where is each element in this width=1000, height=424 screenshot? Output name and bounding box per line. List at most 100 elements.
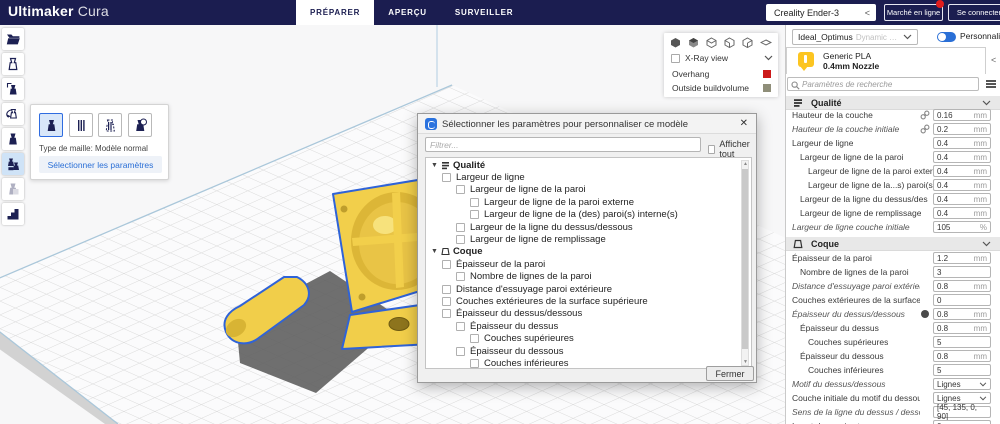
tab-preview[interactable]: APERÇU	[374, 0, 441, 25]
move-tool-button[interactable]	[2, 53, 24, 75]
view-front-icon[interactable]	[688, 37, 699, 48]
chevron-left-icon[interactable]: <	[865, 8, 870, 18]
setting-value-field[interactable]: 0.8 mm	[933, 322, 991, 334]
select-settings-button[interactable]: Sélectionner les paramètres	[39, 156, 162, 173]
tree-item[interactable]: Épaisseur du dessus	[426, 320, 751, 332]
checkbox[interactable]	[442, 284, 451, 294]
view-3d-icon[interactable]	[670, 37, 681, 48]
tree-item[interactable]: Épaisseur du dessous	[426, 345, 751, 357]
setting-value-field[interactable]: 5	[933, 336, 991, 348]
setting-value-field[interactable]: 0.4 mm	[933, 165, 991, 177]
setting-value-field[interactable]: 0.8 mm	[933, 280, 991, 292]
tree-item[interactable]: Nombre de lignes de la paroi	[426, 271, 751, 283]
tree-scrollbar[interactable]: ▲ ▼	[741, 160, 749, 366]
checkbox[interactable]	[456, 272, 465, 282]
checkbox[interactable]	[470, 210, 479, 220]
checkbox[interactable]	[456, 185, 465, 195]
setting-value-field[interactable]: 0.2 mm	[933, 123, 991, 135]
open-file-button[interactable]	[2, 28, 24, 50]
collapse-arrow-icon[interactable]: ▼	[431, 248, 438, 255]
scale-tool-button[interactable]	[2, 78, 24, 100]
xray-view-row[interactable]: X-Ray view	[671, 53, 728, 63]
collapse-arrow-icon[interactable]: ▼	[431, 162, 438, 169]
checkbox[interactable]	[442, 259, 451, 269]
extruder-tab[interactable]: Generic PLA 0.4mm Nozzle	[786, 47, 986, 74]
support-blocker-button[interactable]	[2, 178, 24, 200]
setting-value-field[interactable]: 105%	[933, 221, 991, 233]
checkbox[interactable]	[470, 358, 479, 368]
mesh-cutting-button[interactable]	[98, 113, 122, 137]
mesh-support-button[interactable]	[128, 113, 152, 137]
view-left-icon[interactable]	[724, 37, 735, 48]
category-shell[interactable]: Coque	[786, 237, 1000, 251]
tab-monitor[interactable]: SURVEILLER	[441, 0, 528, 25]
settings-menu-icon[interactable]	[986, 80, 996, 88]
category-quality[interactable]: Qualité	[786, 96, 1000, 110]
tree-item[interactable]: Largeur de la ligne du dessus/dessous	[426, 221, 751, 233]
setting-value-field[interactable]: 0mm	[933, 420, 991, 424]
tree-item[interactable]: Largeur de ligne de la (des) paroi(s) in…	[426, 209, 751, 221]
link-icon[interactable]	[920, 124, 930, 134]
scrollbar-thumb[interactable]	[742, 169, 748, 349]
setting-value-field[interactable]: 1.2 mm	[933, 252, 991, 264]
show-all-row[interactable]: Afficher tout	[708, 139, 756, 159]
signin-button[interactable]: Se connecter	[948, 4, 1000, 21]
marketplace-button[interactable]: Marché en ligne	[884, 4, 943, 21]
settings-search-input[interactable]	[802, 78, 976, 90]
tree-item[interactable]: Largeur de ligne de remplissage	[426, 233, 751, 245]
checkbox[interactable]	[442, 309, 451, 319]
custom-toggle[interactable]	[937, 32, 956, 42]
tree-item[interactable]: Couches extérieures de la surface supéri…	[426, 295, 751, 307]
tree-item[interactable]: Couches supérieures	[426, 333, 751, 345]
setting-value-field[interactable]: [45, 135, 0, 90]	[933, 403, 991, 421]
setting-select[interactable]: Lignes	[933, 378, 991, 390]
info-icon[interactable]	[921, 310, 929, 318]
checkbox[interactable]	[442, 172, 451, 182]
show-all-checkbox[interactable]	[708, 144, 716, 154]
view-right-icon[interactable]	[742, 37, 753, 48]
close-button[interactable]: Fermer	[706, 366, 754, 381]
setting-value-field[interactable]: 0	[933, 294, 991, 306]
setting-value-field[interactable]: 0.8 mm	[933, 308, 991, 320]
checkbox[interactable]	[442, 296, 451, 306]
checkbox[interactable]	[456, 222, 465, 232]
close-icon[interactable]: ✕	[740, 118, 748, 129]
link-icon[interactable]	[920, 110, 930, 120]
printer-selector[interactable]: Creality Ender-3 <	[766, 4, 876, 21]
dialog-titlebar[interactable]: Sélectionner les paramètres pour personn…	[418, 114, 756, 134]
tree-item[interactable]: Largeur de ligne de la paroi	[426, 184, 751, 196]
checkbox[interactable]	[470, 334, 479, 344]
chevron-down-icon[interactable]	[764, 55, 773, 61]
setting-value-field[interactable]: 0.4 mm	[933, 151, 991, 163]
mesh-normal-button[interactable]	[39, 113, 63, 137]
setting-value-field[interactable]: 5	[933, 364, 991, 376]
mirror-tool-button[interactable]	[2, 128, 24, 150]
tree-category-shell[interactable]: ▼ Coque	[426, 246, 751, 258]
tree-item[interactable]: Distance d'essuyage paroi extérieure	[426, 283, 751, 295]
checkbox[interactable]	[470, 197, 479, 207]
setting-value-field[interactable]: 3	[933, 266, 991, 278]
profile-dropdown[interactable]: Ideal_Optimus Dynamic Quality - 0	[792, 29, 918, 45]
checkbox[interactable]	[456, 346, 465, 356]
setting-value-field[interactable]: 0.16 mm	[933, 109, 991, 121]
tree-item[interactable]: Épaisseur du dessus/dessous	[426, 308, 751, 320]
tab-prepare[interactable]: PRÉPARER	[296, 0, 375, 25]
setting-value-field[interactable]: 0.4 mm	[933, 179, 991, 191]
setting-value-field[interactable]: 0.4 mm	[933, 193, 991, 205]
tree-item[interactable]: Couches inférieures	[426, 357, 751, 368]
view-top-icon[interactable]	[706, 37, 717, 48]
tree-item[interactable]: Largeur de ligne	[426, 171, 751, 183]
checkbox[interactable]	[456, 321, 465, 331]
tree-item[interactable]: Épaisseur de la paroi	[426, 258, 751, 270]
mesh-infill-button[interactable]	[69, 113, 93, 137]
custom-supports-button[interactable]	[2, 203, 24, 225]
per-model-settings-button[interactable]	[2, 153, 24, 175]
panel-collapse-chevron[interactable]: <	[991, 55, 996, 65]
settings-search-box[interactable]	[787, 77, 979, 91]
setting-value-field[interactable]: 0.4 mm	[933, 207, 991, 219]
xray-checkbox[interactable]	[671, 53, 680, 63]
tree-item[interactable]: Largeur de ligne de la paroi externe	[426, 196, 751, 208]
filter-input[interactable]	[425, 137, 701, 152]
view-bottom-icon[interactable]	[760, 37, 772, 48]
rotate-tool-button[interactable]	[2, 103, 24, 125]
